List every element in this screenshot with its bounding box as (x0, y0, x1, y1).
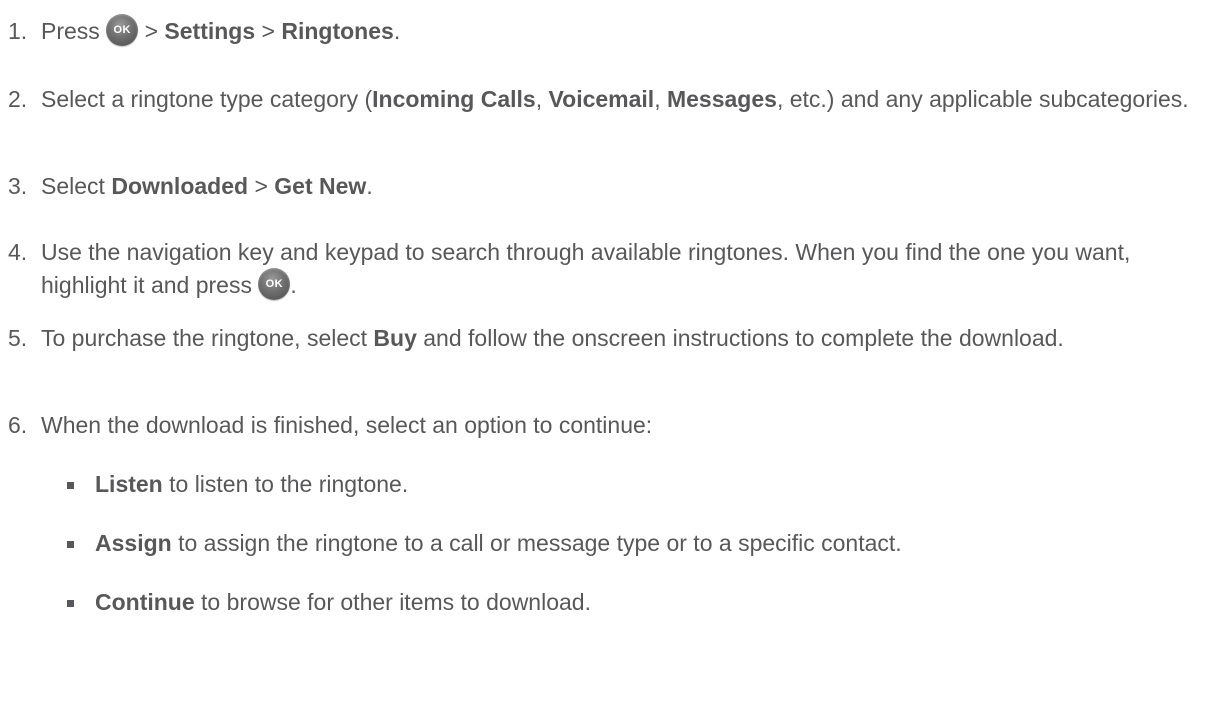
step-text-part: > (138, 18, 165, 44)
step-3: 3. Select Downloaded > Get New. (8, 170, 1208, 203)
option-description: to listen to the ringtone. (162, 471, 409, 497)
step-2: 2. Select a ringtone type category (Inco… (8, 83, 1208, 116)
action-buy: Buy (373, 325, 417, 351)
step-text-part: Select (41, 173, 112, 199)
step-text-part: , (654, 86, 667, 112)
option-label: Continue (95, 589, 195, 615)
step-text: To purchase the ringtone, select Buy and… (41, 322, 1208, 355)
instructions-document: 1. Press OK > Settings > Ringtones. 2. S… (0, 0, 1219, 706)
step-text-part: To purchase the ringtone, select (41, 325, 374, 351)
option-assign: Assign to assign the ringtone to a call … (67, 527, 1205, 560)
step-text: When the download is finished, select an… (41, 412, 653, 438)
menu-settings: Settings (164, 18, 256, 44)
category-incoming-calls: Incoming Calls (372, 86, 536, 112)
step-text-part: > (255, 18, 282, 44)
option-label: Listen (95, 471, 163, 497)
bullet-icon (67, 482, 74, 489)
step-text: Select Downloaded > Get New. (41, 170, 1208, 203)
step-text-part: , (535, 86, 549, 112)
step-text-part: Select a ringtone type category ( (41, 86, 373, 112)
step-number: 1. (8, 18, 28, 44)
category-voicemail: Voicemail (548, 86, 655, 112)
step-text: Use the navigation key and keypad to sea… (41, 236, 1208, 303)
step-text: Press OK > Settings > Ringtones. (41, 13, 1208, 49)
bullet-icon (67, 541, 74, 548)
bullet-icon (67, 600, 74, 607)
step-text-part: > (248, 173, 275, 199)
step-number: 3. (8, 173, 28, 199)
step-text-part: . (393, 18, 401, 44)
menu-ringtones: Ringtones (281, 18, 394, 44)
ok-button-icon: OK (106, 13, 139, 46)
step-text-part: , etc.) and any applicable subcategories… (776, 86, 1189, 112)
menu-get-new: Get New (274, 173, 367, 199)
step-6: 6. When the download is finished, select… (8, 409, 1208, 442)
step-number: 2. (8, 86, 28, 112)
step-text-part: . (290, 272, 297, 298)
step-1: 1. Press OK > Settings > Ringtones. (8, 13, 1208, 49)
menu-downloaded: Downloaded (111, 173, 249, 199)
step-number: 4. (8, 239, 28, 265)
step-text-part: and follow the onscreen instructions to … (416, 325, 1064, 351)
step-5: 5. To purchase the ringtone, select Buy … (8, 322, 1208, 355)
ok-button-icon: OK (258, 267, 291, 300)
step-text-part: Use the navigation key and keypad to sea… (41, 239, 1131, 298)
option-description: to browse for other items to download. (194, 589, 591, 615)
option-continue: Continue to browse for other items to do… (67, 586, 1205, 619)
step-text-part: . (366, 173, 373, 199)
step-4: 4. Use the navigation key and keypad to … (8, 236, 1208, 303)
step-number: 5. (8, 325, 28, 351)
option-listen: Listen to listen to the ringtone. (67, 468, 1205, 501)
step-number: 6. (8, 412, 28, 438)
step-text: Select a ringtone type category (Incomin… (41, 83, 1208, 116)
option-label: Assign (95, 530, 172, 556)
category-messages: Messages (666, 86, 777, 112)
step-text-part: Press (41, 18, 107, 44)
option-description: to assign the ringtone to a call or mess… (171, 530, 902, 556)
